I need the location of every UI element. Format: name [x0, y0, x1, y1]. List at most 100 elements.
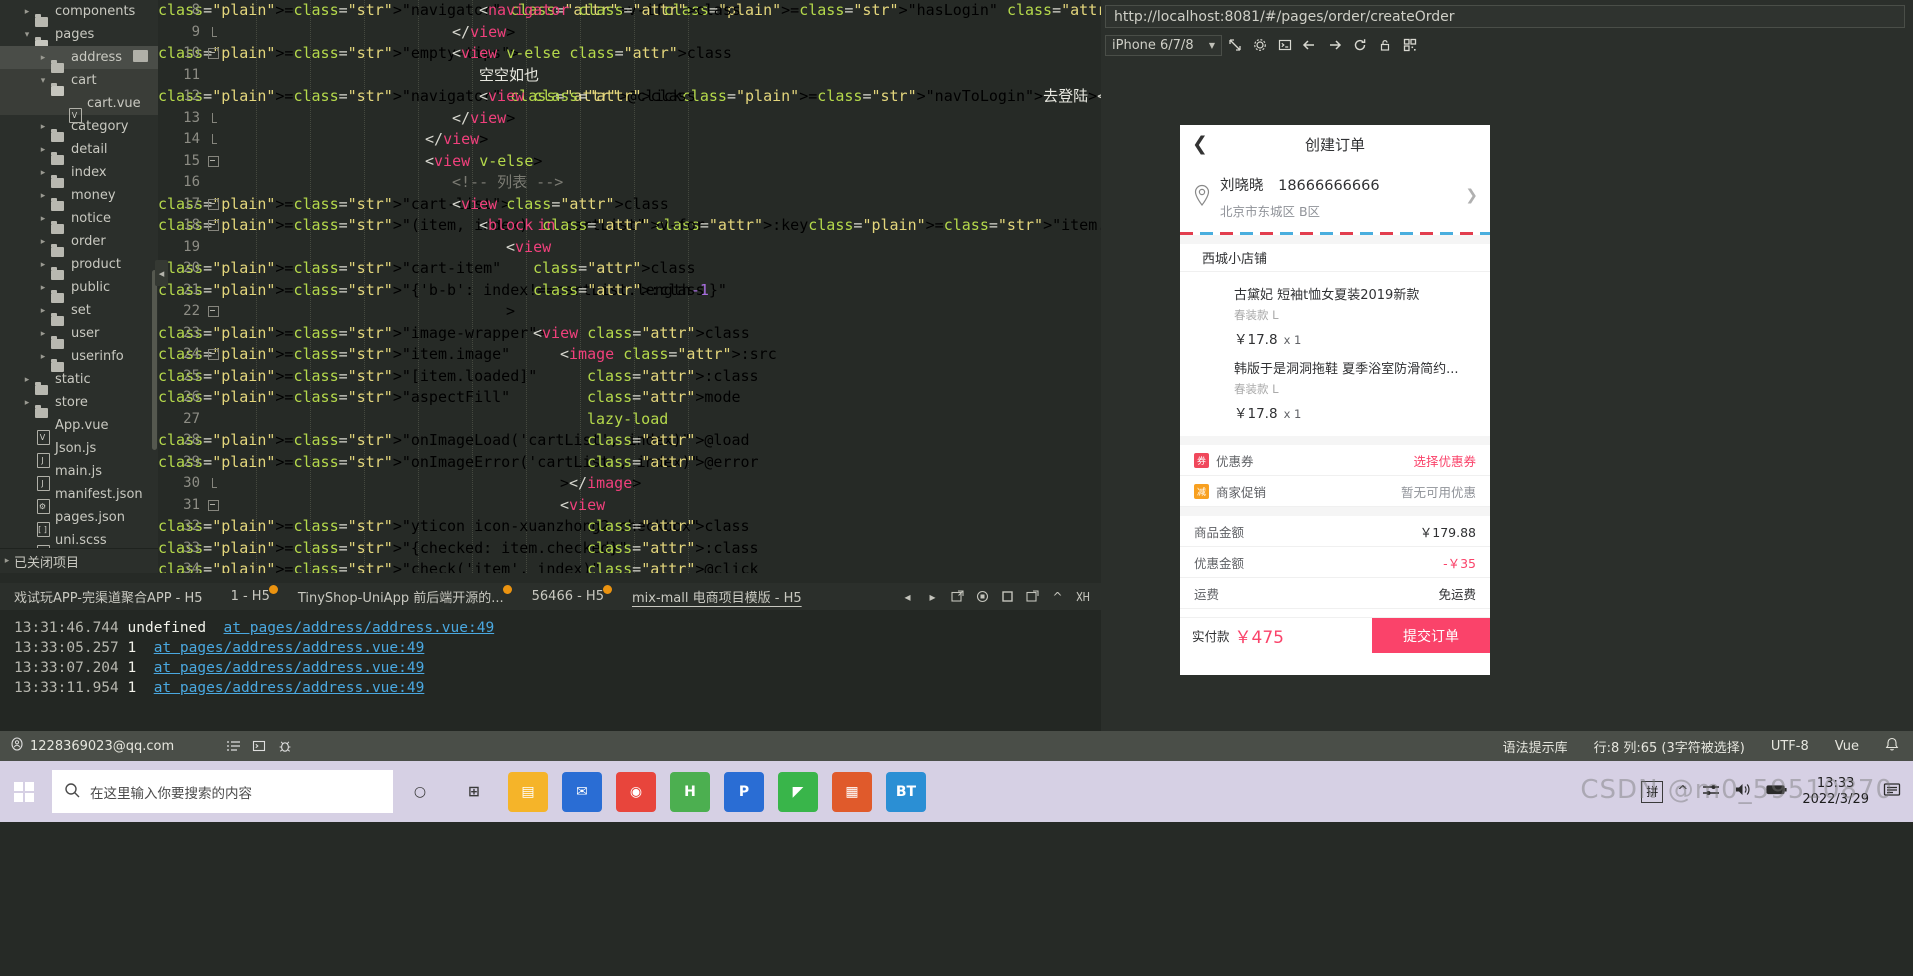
preview-toolbar[interactable]: iPhone 6/7/8 ▼	[1105, 34, 1905, 56]
tree-item-static[interactable]: static	[0, 368, 158, 395]
shop-name[interactable]: 西城小店铺	[1180, 244, 1490, 272]
console-icon[interactable]	[1272, 34, 1297, 56]
chevron-right-icon[interactable]: ❯	[1465, 186, 1478, 204]
list-icon[interactable]	[220, 731, 246, 761]
code-line[interactable]: 14 </view>	[158, 129, 1173, 151]
gear-icon[interactable]	[1247, 34, 1272, 56]
chevron-right-icon[interactable]	[36, 237, 50, 247]
tree-item-product[interactable]: product	[0, 253, 158, 280]
address-section[interactable]: 刘晓晓 18666666666 北京市东城区 B区 ❯	[1180, 164, 1490, 232]
status-item[interactable]: 语法提示库	[1503, 737, 1568, 756]
chevron-down-icon[interactable]	[36, 76, 50, 86]
bug-icon[interactable]	[272, 731, 298, 761]
browser-tab[interactable]: 戏试玩APP-完渠道聚合APP - H5	[0, 583, 217, 610]
code-line[interactable]: 11 空空如也	[158, 65, 1173, 87]
battery-icon[interactable]	[1766, 783, 1788, 800]
hbuilder-icon[interactable]: H	[670, 771, 710, 812]
back-arrow-icon[interactable]	[1297, 34, 1322, 56]
order-product-item[interactable]: 古黛妃 短袖t恤女夏装2019新款 春装款 L ￥17.8 x 1	[1180, 282, 1490, 356]
account-info[interactable]: 1228369023@qq.com	[10, 737, 174, 755]
tree-item-address[interactable]: address	[0, 46, 158, 73]
console-output[interactable]: 13:31:46.744 undefined at pages/address/…	[0, 610, 1101, 731]
chevron-right-icon[interactable]	[36, 329, 50, 339]
chrome-icon[interactable]: ◉	[616, 771, 656, 812]
console-source-link[interactable]: at pages/address/address.vue:49	[154, 680, 425, 696]
tree-item-pages[interactable]: pages	[0, 23, 158, 50]
panel-collapse-handle[interactable]: ◂	[155, 260, 168, 286]
code-line[interactable]: 21 class="attr">:class class="plain">=clas…	[158, 280, 1173, 302]
console-source-link[interactable]: at pages/address/address.vue:49	[154, 640, 425, 656]
external-icon[interactable]	[945, 583, 970, 610]
chevron-right-icon[interactable]	[36, 122, 50, 132]
next-icon[interactable]: ▸	[920, 583, 945, 610]
promo-value[interactable]: 选择优惠券	[1413, 451, 1476, 470]
tree-scrollbar[interactable]	[152, 270, 157, 450]
code-line[interactable]: 33 class="attr">:class class="plain">=clas…	[158, 538, 1173, 560]
code-line[interactable]: 23 <view class="attr">class class="plain">…	[158, 323, 1173, 345]
console-source-link[interactable]: at pages/address/address.vue:49	[224, 620, 495, 636]
square-icon[interactable]	[995, 583, 1020, 610]
browser-tab[interactable]: TinyShop-UniApp 前后端开源的...	[284, 583, 518, 610]
code-line[interactable]: 29 class="attr">@error class="plain">=clas…	[158, 452, 1173, 474]
code-line[interactable]: 18 <block class="attr">v-for class="plain"…	[158, 215, 1173, 237]
code-line[interactable]: 9 </view>	[158, 22, 1173, 44]
prev-icon[interactable]: ◂	[895, 583, 920, 610]
system-tray[interactable]: 拼 ^ 13:33 2022/3/29	[1641, 761, 1913, 822]
popout-icon[interactable]	[1222, 34, 1247, 56]
chevron-right-icon[interactable]	[36, 191, 50, 201]
windows-icon[interactable]	[0, 761, 48, 822]
tree-item-public[interactable]: public	[0, 276, 158, 303]
forward-arrow-icon[interactable]	[1322, 34, 1347, 56]
chevron-right-icon[interactable]	[36, 53, 50, 63]
promo-row[interactable]: 券优惠券 选择优惠券	[1180, 445, 1490, 476]
bell-icon[interactable]	[1885, 737, 1899, 756]
code-line[interactable]: 17 <view class="attr">class class="plain">…	[158, 194, 1173, 216]
chevron-right-icon[interactable]	[20, 398, 34, 408]
code-line[interactable]: 15 <view v-else>	[158, 151, 1173, 173]
wechat-icon[interactable]: ◤	[778, 771, 818, 812]
close-all-icon[interactable]	[1070, 583, 1095, 610]
closed-projects-section[interactable]: 已关闭项目	[0, 548, 158, 573]
chevron-right-icon[interactable]	[36, 214, 50, 224]
cortana-icon[interactable]: ○	[400, 771, 440, 812]
browser-tab[interactable]: mix-mall 电商项目模版 - H5	[618, 583, 816, 610]
browser-tabstrip[interactable]: 戏试玩APP-完渠道聚合APP - H5 1 - H5 TinyShop-UniAp…	[0, 583, 1101, 610]
volume-icon[interactable]	[1734, 782, 1752, 801]
tree-item-cart-vue[interactable]: Vcart.vue	[0, 92, 158, 123]
code-line[interactable]: 34 class="attr">@click class="plain">=clas…	[158, 559, 1173, 573]
promo-row[interactable]: 减商家促销 暂无可用优惠	[1180, 476, 1490, 507]
clock[interactable]: 13:33 2022/3/29	[1802, 776, 1869, 808]
tree-item-pages-json[interactable]: [ ] pages.json	[0, 506, 158, 537]
lock-icon[interactable]	[1372, 34, 1397, 56]
browser-tab[interactable]: 56466 - H5	[518, 583, 618, 610]
mobile-preview[interactable]: ❮ 创建订单 刘晓晓 18666666666 北京市东城区 B区 ❯ 西城小店铺…	[1180, 125, 1490, 675]
code-line[interactable]: 19 <view	[158, 237, 1173, 259]
status-item[interactable]: 行:8 列:65 (3字符被选择)	[1594, 737, 1745, 756]
status-item[interactable]: UTF-8	[1771, 739, 1809, 754]
status-item[interactable]: Vue	[1835, 739, 1859, 754]
chevron-left-icon[interactable]: ❮	[1190, 133, 1210, 155]
code-line[interactable]: 22 >	[158, 301, 1173, 323]
code-line[interactable]: 10 <view v-else class="attr">class class="…	[158, 43, 1173, 65]
terminal-icon[interactable]	[246, 731, 272, 761]
chevron-right-icon[interactable]	[36, 145, 50, 155]
chevron-right-icon[interactable]	[36, 352, 50, 362]
chevron-right-icon[interactable]	[36, 168, 50, 178]
code-content[interactable]: 8 <navigator class="attr">class class="pla…	[158, 0, 1173, 573]
taskbar-apps[interactable]: ○ ⊞ ▤ ✉ ◉ H P ◤ ▦ BT	[400, 761, 926, 822]
tree-item-components[interactable]: components	[0, 0, 158, 27]
reload-icon[interactable]	[1347, 34, 1372, 56]
code-line[interactable]: 13 </view>	[158, 108, 1173, 130]
tree-item-manifest-json[interactable]: ⚙ manifest.json	[0, 483, 158, 514]
promo-value[interactable]: 暂无可用优惠	[1401, 482, 1476, 501]
code-line[interactable]: 30 ></image>	[158, 473, 1173, 495]
explorer-icon[interactable]: ▤	[508, 771, 548, 812]
code-line[interactable]: 25 class="attr">:class class="plain">=clas…	[158, 366, 1173, 388]
code-line[interactable]: 20 class="attr">class class="plain">=class…	[158, 258, 1173, 280]
code-line[interactable]: 8 <navigator class="attr">class class="pla…	[158, 0, 1173, 22]
tree-item-main-js[interactable]: Jmain.js	[0, 460, 158, 491]
taskview-icon[interactable]: ⊞	[454, 771, 494, 812]
chevron-right-icon[interactable]	[20, 7, 34, 17]
browser-tab[interactable]: 1 - H5	[217, 583, 284, 610]
tree-item-order[interactable]: order	[0, 230, 158, 257]
